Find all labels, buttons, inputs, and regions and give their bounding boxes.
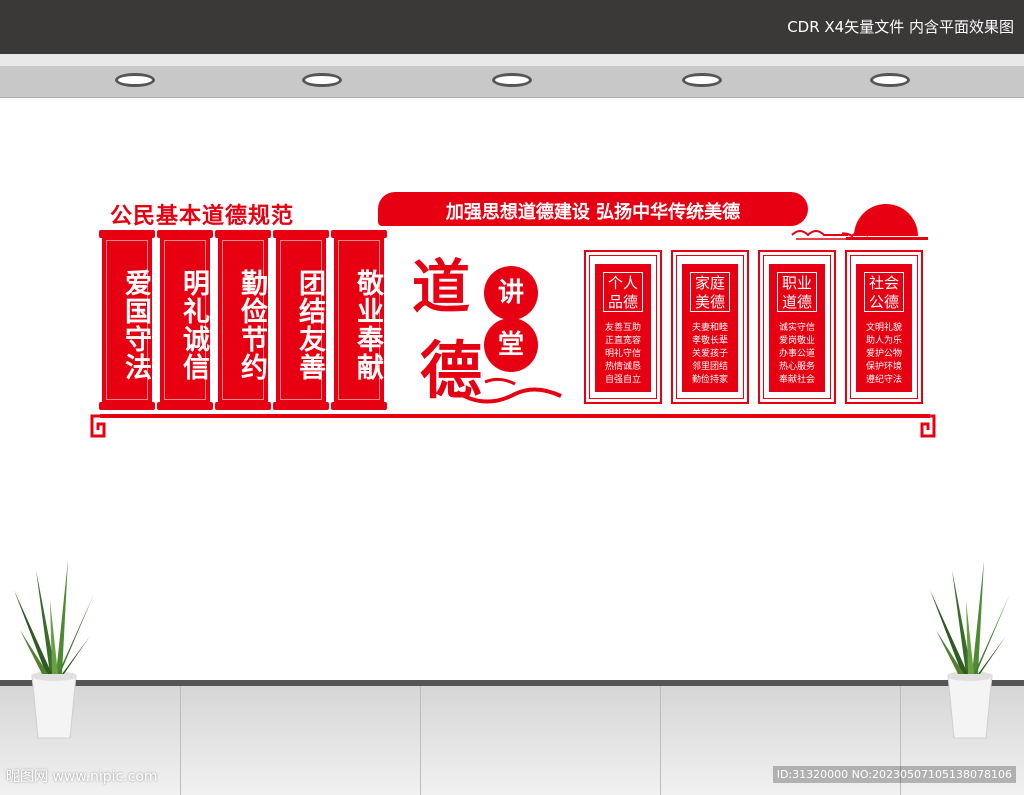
floor-tile-line (420, 686, 421, 795)
board-lines: 诚实守信 爱岗敬业 办事公道 热心服务 奉献社会 (771, 322, 823, 387)
panel-cap (215, 230, 271, 238)
panel-text: 敬业奉献 (352, 269, 383, 381)
circle-char: 堂 (484, 318, 538, 372)
board-line: 办事公道 (778, 349, 815, 359)
panel-text: 团结友善 (294, 269, 325, 381)
watermark-left: 昵图网 www.nipic.com (6, 769, 158, 785)
virtue-board: 家庭美德 夫妻和睦 孝敬长辈 关爱孩子 邻里团结 勤俭持家 (671, 250, 749, 404)
panel-cap (331, 402, 387, 410)
board-title: 家庭美德 (690, 272, 730, 312)
slogan-banner: 加强思想道德建设 弘扬中华传统美德 (378, 192, 808, 226)
brush-swoosh-icon (455, 377, 562, 404)
board-lines: 文明礼貌 助人为乐 爱护公物 保护环境 遵纪守法 (858, 322, 910, 387)
floor-tile-line (180, 686, 181, 795)
board-line: 关爱孩子 (691, 349, 728, 359)
board-title: 社会公德 (864, 272, 904, 312)
slogan-text: 加强思想道德建设 弘扬中华传统美德 (445, 202, 741, 223)
board-line: 遵纪守法 (865, 375, 902, 385)
panel-text: 爱国守法 (120, 269, 151, 381)
watermark-right: ID:31320000 NO:20230507105138078106 (772, 766, 1016, 783)
virtue-board: 职业道德 诚实守信 爱岗敬业 办事公道 热心服务 奉献社会 (758, 250, 836, 404)
board-line: 夫妻和睦 (691, 323, 728, 333)
panel-cap (215, 402, 271, 410)
virtue-panel: 团结友善 (273, 230, 329, 410)
board-line: 明礼守信 (604, 349, 641, 359)
panel-cap (331, 230, 387, 238)
ceiling-lamp-icon (682, 73, 722, 87)
ceiling-edge (0, 54, 1024, 66)
board-title: 职业道德 (777, 272, 817, 312)
panel-cap (273, 230, 329, 238)
board-line: 奉献社会 (778, 375, 815, 385)
virtue-board: 个人品德 友善互助 正直宽容 明礼守信 热情诚恳 自强自立 (584, 250, 662, 404)
floor-tile-line (660, 686, 661, 795)
panel-text: 勤俭节约 (236, 269, 267, 381)
board-inner: 家庭美德 夫妻和睦 孝敬长辈 关爱孩子 邻里团结 勤俭持家 (682, 264, 738, 392)
panel-cap (99, 402, 155, 410)
ceiling-lamp-icon (302, 73, 342, 87)
virtue-panel: 敬业奉献 (331, 230, 387, 410)
calligraphy-char: 道 (412, 253, 471, 321)
panel-cap (157, 402, 213, 410)
panel-cap (273, 402, 329, 410)
board-inner: 社会公德 文明礼貌 助人为乐 爱护公物 保护环境 遵纪守法 (856, 264, 912, 392)
file-caption: CDR X4矢量文件 内含平面效果图 (787, 18, 1014, 36)
panel-text: 明礼诚信 (178, 269, 209, 381)
bottom-rail (100, 414, 930, 418)
board-line: 热情诚恳 (604, 362, 641, 372)
fret-corner-icon (916, 414, 936, 438)
virtue-panel: 勤俭节约 (215, 230, 271, 410)
board-title: 个人品德 (603, 272, 643, 312)
board-line: 自强自立 (604, 375, 641, 385)
board-line: 孝敬长辈 (691, 336, 728, 346)
board-inner: 个人品德 友善互助 正直宽容 明礼守信 热情诚恳 自强自立 (595, 264, 651, 392)
snake-plant-icon (930, 560, 1010, 739)
ceiling-lamp-icon (870, 73, 910, 87)
virtue-panel: 爱国守法 (99, 230, 155, 410)
cloud-swirl-icon (791, 230, 848, 240)
snake-plant-icon (14, 560, 94, 739)
panel-cap (157, 230, 213, 238)
rising-sun-icon (842, 204, 928, 240)
board-line: 爱岗敬业 (778, 336, 815, 346)
board-line: 正直宽容 (604, 336, 641, 346)
board-lines: 友善互助 正直宽容 明礼守信 热情诚恳 自强自立 (597, 322, 649, 387)
board-line: 邻里团结 (691, 362, 728, 372)
board-line: 助人为乐 (865, 336, 902, 346)
virtue-panel: 明礼诚信 (157, 230, 213, 410)
fret-corner-icon (90, 414, 110, 438)
left-section-title: 公民基本道德规范 (110, 204, 295, 229)
board-line: 热心服务 (778, 362, 815, 372)
board-line: 文明礼貌 (865, 323, 902, 333)
board-line: 友善互助 (604, 323, 641, 333)
board-line: 保护环境 (865, 362, 902, 372)
board-inner: 职业道德 诚实守信 爱岗敬业 办事公道 热心服务 奉献社会 (769, 264, 825, 392)
ceiling-lamp-icon (115, 73, 155, 87)
board-lines: 夫妻和睦 孝敬长辈 关爱孩子 邻里团结 勤俭持家 (684, 322, 736, 387)
ceiling-lamp-icon (492, 73, 532, 87)
board-line: 诚实守信 (778, 323, 815, 333)
virtue-board: 社会公德 文明礼貌 助人为乐 爱护公物 保护环境 遵纪守法 (845, 250, 923, 404)
circle-char: 讲 (484, 266, 538, 320)
panel-cap (99, 230, 155, 238)
top-banner: CDR X4矢量文件 内含平面效果图 (0, 0, 1024, 54)
board-line: 爱护公物 (865, 349, 902, 359)
board-line: 勤俭持家 (691, 375, 728, 385)
